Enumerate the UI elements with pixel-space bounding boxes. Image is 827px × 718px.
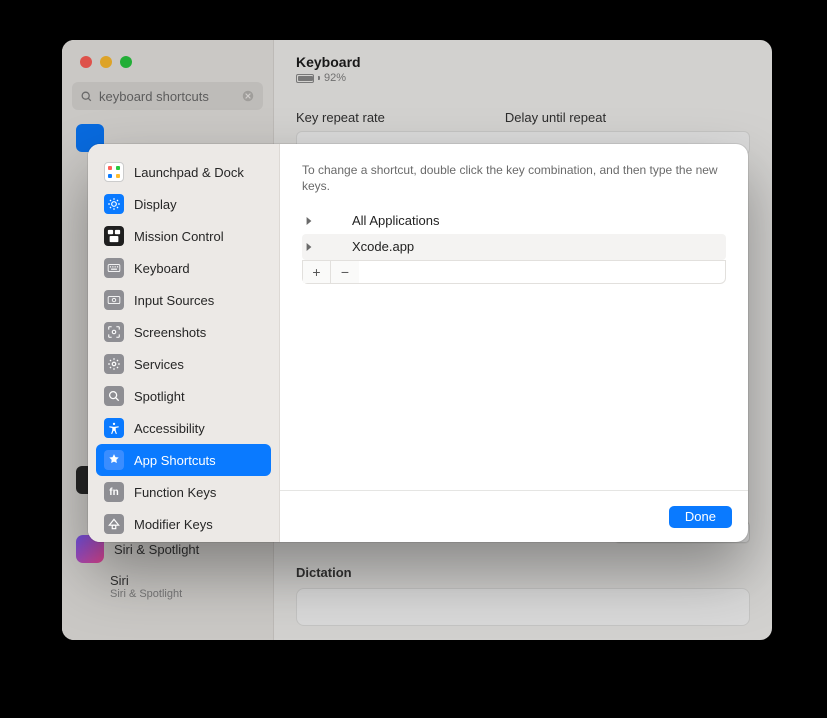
key-repeat-label: Key repeat rate (296, 110, 385, 125)
search-result-siri[interactable]: Siri (110, 573, 261, 588)
window-controls[interactable] (62, 40, 273, 68)
category-label: Screenshots (134, 325, 206, 340)
category-launchpad-dock[interactable]: Launchpad & Dock (96, 156, 271, 188)
category-keyboard[interactable]: Keyboard (96, 252, 271, 284)
spotlight-icon (104, 386, 124, 406)
category-spotlight[interactable]: Spotlight (96, 380, 271, 412)
chevron-right-icon[interactable] (304, 217, 314, 225)
category-label: Accessibility (134, 421, 205, 436)
services-icon (104, 354, 124, 374)
accessibility-icon (104, 418, 124, 438)
minimize-window-button[interactable] (100, 56, 112, 68)
tree-row-all-applications[interactable]: All Applications (302, 208, 726, 234)
category-label: Keyboard (134, 261, 190, 276)
launchpad-icon (104, 162, 124, 182)
category-label: Display (134, 197, 177, 212)
category-input-sources[interactable]: Input Sources (96, 284, 271, 316)
shortcut-categories: Launchpad & Dock Display Mission Control… (88, 144, 280, 542)
function-keys-icon: fn (104, 482, 124, 502)
category-label: Function Keys (134, 485, 216, 500)
category-label: Spotlight (134, 389, 185, 404)
mission-control-icon (104, 226, 124, 246)
keyboard-shortcuts-sheet: Launchpad & Dock Display Mission Control… (88, 144, 748, 542)
app-shortcuts-icon (104, 450, 124, 470)
entry-label: All Applications (352, 213, 726, 228)
done-button[interactable]: Done (669, 506, 732, 528)
category-label: Mission Control (134, 229, 224, 244)
search-icon (80, 90, 93, 103)
category-accessibility[interactable]: Accessibility (96, 412, 271, 444)
dictation-label: Dictation (296, 565, 750, 580)
battery-status: 92% (296, 72, 750, 84)
remove-shortcut-button[interactable]: − (331, 261, 359, 283)
category-mission-control[interactable]: Mission Control (96, 220, 271, 252)
category-label: Launchpad & Dock (134, 165, 244, 180)
category-display[interactable]: Display (96, 188, 271, 220)
search-result-siri-sub: Siri & Spotlight (110, 588, 261, 600)
clear-search-icon[interactable] (241, 89, 255, 103)
category-screenshots[interactable]: Screenshots (96, 316, 271, 348)
category-label: App Shortcuts (134, 453, 216, 468)
chevron-right-icon[interactable] (304, 243, 314, 251)
category-label: Input Sources (134, 293, 214, 308)
sheet-footer: Done (280, 490, 748, 542)
category-modifier-keys[interactable]: Modifier Keys (96, 508, 271, 540)
delay-until-repeat-label: Delay until repeat (505, 110, 606, 125)
category-label: Modifier Keys (134, 517, 213, 532)
add-shortcut-button[interactable]: + (303, 261, 331, 283)
instructions-text: To change a shortcut, double click the k… (280, 144, 748, 208)
dictation-row[interactable] (296, 588, 750, 626)
screenshots-icon (104, 322, 124, 342)
page-title: Keyboard (296, 54, 750, 70)
tree-row-xcode[interactable]: Xcode.app (302, 234, 726, 260)
modifier-keys-icon (104, 514, 124, 534)
battery-icon (296, 74, 314, 83)
category-function-keys[interactable]: fn Function Keys (96, 476, 271, 508)
search-input[interactable]: keyboard shortcuts (72, 82, 263, 110)
battery-percent: 92% (324, 72, 346, 84)
category-label: Services (134, 357, 184, 372)
entry-label: Xcode.app (352, 239, 726, 254)
keyboard-icon (104, 258, 124, 278)
search-value: keyboard shortcuts (99, 89, 235, 104)
sidebar-item-siri-spotlight[interactable]: Siri & Spotlight (114, 542, 199, 557)
zoom-window-button[interactable] (120, 56, 132, 68)
category-app-shortcuts[interactable]: App Shortcuts (96, 444, 271, 476)
shortcut-detail: To change a shortcut, double click the k… (280, 144, 748, 542)
shortcut-tree: All Applications Xcode.app + − (280, 208, 748, 284)
category-services[interactable]: Services (96, 348, 271, 380)
display-icon (104, 194, 124, 214)
tree-toolbar: + − (302, 260, 726, 284)
close-window-button[interactable] (80, 56, 92, 68)
input-sources-icon (104, 290, 124, 310)
